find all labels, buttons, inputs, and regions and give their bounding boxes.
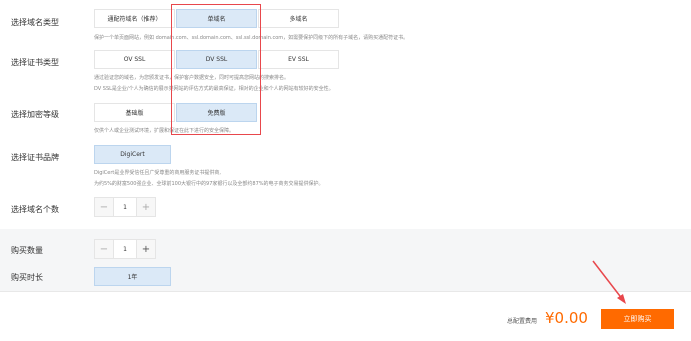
- purchase-qty-label: 购买数量: [11, 246, 43, 255]
- highlight-box-annotation: [171, 4, 261, 135]
- option-ev-ssl[interactable]: EV SSL: [258, 50, 339, 69]
- option-basic[interactable]: 基础版: [94, 103, 175, 122]
- option-1-year[interactable]: 1年: [94, 267, 171, 286]
- domain-count-stepper: − 1 +: [94, 197, 156, 217]
- encryption-label: 选择加密等级: [11, 110, 59, 119]
- option-multi-domain[interactable]: 多域名: [258, 9, 339, 28]
- purchase-qty-stepper: − 1 +: [94, 239, 156, 259]
- duration-label: 购买时长: [11, 273, 43, 282]
- brand-description-1: DigiCert是业界受信任且广受尊重的商用服务证书提供商,: [94, 170, 221, 176]
- brand-label: 选择证书品牌: [11, 153, 59, 162]
- domain-count-value[interactable]: 1: [113, 198, 137, 216]
- domain-count-plus-button[interactable]: +: [137, 198, 155, 216]
- domain-type-label: 选择域名类型: [11, 18, 59, 27]
- purchase-qty-plus-button[interactable]: +: [137, 240, 155, 258]
- divider: [0, 291, 691, 292]
- total-cost-label: 总配置费用: [507, 318, 538, 325]
- domain-count-minus-button[interactable]: −: [95, 198, 113, 216]
- total-price: ¥0.00: [545, 309, 588, 327]
- option-digicert[interactable]: DigiCert: [94, 145, 171, 164]
- brand-description-2: 为约5%的财富500强企业、全球前100大银行中的97家银行以及全部约87%的电…: [94, 181, 324, 187]
- domain-count-label: 选择域名个数: [11, 205, 59, 214]
- purchase-qty-minus-button[interactable]: −: [95, 240, 113, 258]
- option-ov-ssl[interactable]: OV SSL: [94, 50, 175, 69]
- cert-type-label: 选择证书类型: [11, 58, 59, 67]
- arrow-annotation-icon: [592, 260, 626, 304]
- option-wildcard-domain[interactable]: 通配符域名（推荐）: [94, 9, 175, 28]
- buy-now-button[interactable]: 立即购买: [601, 309, 674, 329]
- purchase-qty-value[interactable]: 1: [113, 240, 137, 258]
